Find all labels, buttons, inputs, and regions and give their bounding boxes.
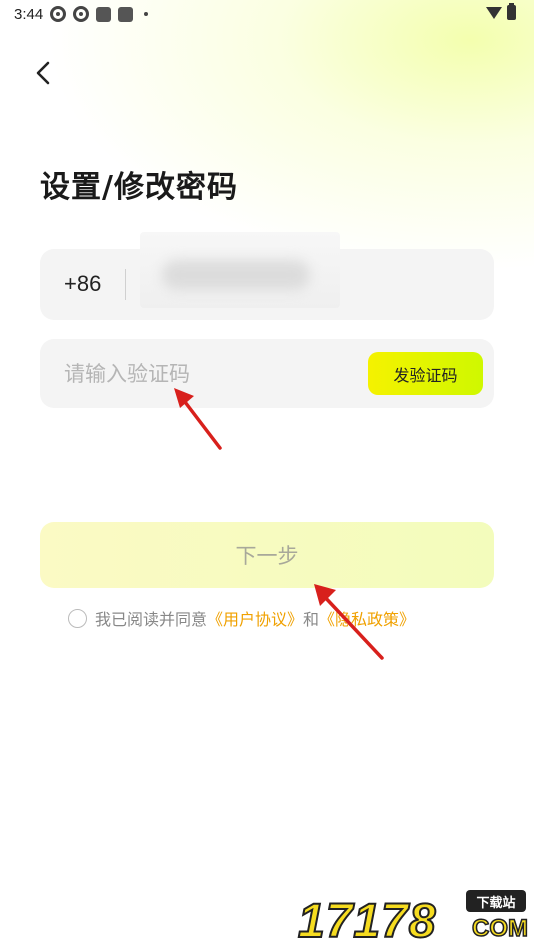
user-agreement-link[interactable]: 《用户协议》	[207, 606, 303, 630]
status-bar: 3:44	[0, 0, 534, 28]
verification-code-field: 发验证码	[40, 339, 494, 408]
site-watermark-logo: 17178 下载站 COM	[297, 890, 529, 949]
verification-code-input[interactable]	[64, 357, 344, 391]
field-divider	[125, 269, 126, 300]
watermark-suffix: COM	[471, 914, 529, 943]
aperture-icon	[50, 6, 67, 22]
send-code-button[interactable]: 发验证码	[368, 352, 483, 395]
aperture-icon	[73, 6, 90, 22]
country-code[interactable]: +86	[64, 271, 101, 297]
notification-dot-icon	[144, 12, 149, 16]
watermark-digits: 17178	[297, 894, 437, 949]
phone-field[interactable]: +86	[40, 232, 494, 320]
status-time: 3:44	[14, 5, 44, 23]
agreement-row: 我已阅读并同意 《用户协议》 和 《隐私政策》	[68, 607, 415, 629]
privacy-policy-link[interactable]: 《隐私政策》	[319, 606, 415, 630]
app-square-icon	[96, 6, 112, 22]
agreement-and: 和	[303, 610, 320, 629]
page-title: 设置/修改密码	[40, 170, 238, 205]
back-chevron-icon	[36, 61, 50, 85]
battery-icon	[507, 3, 516, 20]
next-step-button[interactable]: 下一步	[40, 522, 494, 588]
background-glow	[0, 0, 534, 950]
back-button[interactable]	[28, 58, 58, 88]
agree-checkbox[interactable]	[68, 608, 87, 628]
app-square-icon	[118, 6, 134, 22]
watermark-tag: 下载站	[466, 890, 526, 912]
wifi-icon	[486, 6, 502, 19]
phone-number-redacted[interactable]	[140, 232, 340, 308]
agreement-prefix: 我已阅读并同意	[95, 610, 208, 629]
